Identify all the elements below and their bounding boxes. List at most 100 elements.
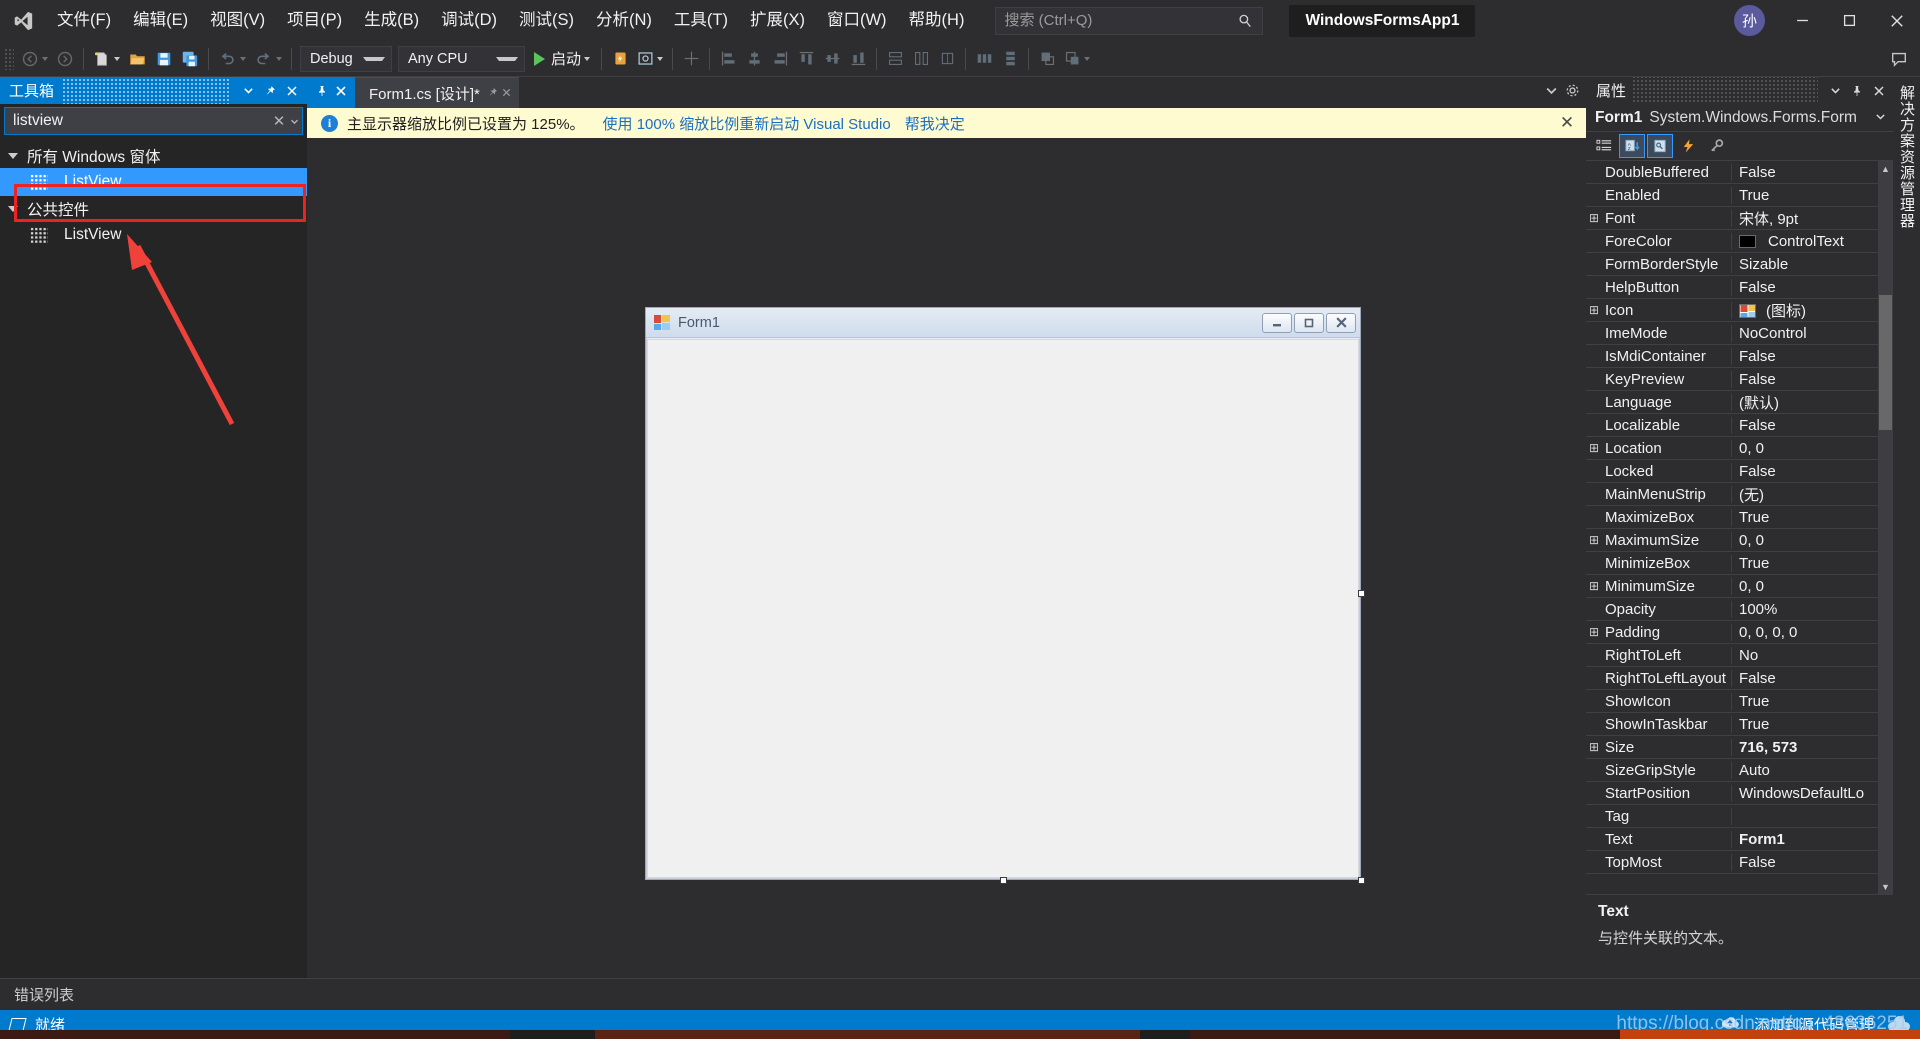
property-value[interactable]: False [1732, 417, 1893, 434]
chevron-down-icon[interactable] [237, 79, 259, 102]
menu-edit[interactable]: 编辑(E) [122, 0, 199, 41]
properties-scrollbar[interactable]: ▲ ▼ [1878, 161, 1893, 894]
property-row[interactable]: ⊞ MinimumSize 0, 0 [1586, 575, 1893, 598]
property-value[interactable]: 0, 0 [1732, 440, 1893, 457]
property-row[interactable]: Localizable False [1586, 414, 1893, 437]
save-all-icon[interactable] [177, 45, 203, 73]
categorized-icon[interactable] [1591, 134, 1617, 158]
property-value[interactable]: True [1732, 716, 1893, 733]
close-icon[interactable] [281, 79, 303, 102]
property-row[interactable]: Opacity 100% [1586, 598, 1893, 621]
scroll-up-icon[interactable]: ▲ [1878, 161, 1893, 176]
property-value[interactable]: No [1732, 647, 1893, 664]
menu-window[interactable]: 窗口(W) [816, 0, 898, 41]
align-right-icon[interactable] [767, 45, 793, 73]
open-folder-icon[interactable] [124, 45, 151, 73]
close-icon[interactable] [335, 85, 347, 100]
property-value[interactable]: 0, 0, 0, 0 [1732, 624, 1893, 641]
clear-icon[interactable]: ✕ [270, 112, 288, 130]
property-row[interactable]: Tag [1586, 805, 1893, 828]
scroll-down-icon[interactable]: ▼ [1878, 879, 1893, 894]
property-row[interactable]: ImeMode NoControl [1586, 322, 1893, 345]
solution-platform-combo[interactable]: Any CPU [398, 45, 525, 72]
property-row[interactable]: TopMost False [1586, 851, 1893, 874]
property-value[interactable]: Form1 [1732, 831, 1893, 848]
align-left-icon[interactable] [715, 45, 741, 73]
avatar[interactable]: 孙 [1734, 5, 1765, 36]
property-value[interactable]: False [1732, 854, 1893, 871]
close-icon[interactable] [1868, 79, 1890, 102]
property-value[interactable]: False [1732, 371, 1893, 388]
gear-icon[interactable] [1565, 83, 1580, 103]
restart-at-100-link[interactable]: 使用 100% 缩放比例重新启动 Visual Studio [603, 113, 891, 134]
property-row[interactable]: KeyPreview False [1586, 368, 1893, 391]
menu-view[interactable]: 视图(V) [199, 0, 276, 41]
resize-handle-corner[interactable] [1358, 877, 1365, 884]
bring-to-front-icon[interactable] [1034, 45, 1060, 73]
property-row[interactable]: ⊞ MaximumSize 0, 0 [1586, 529, 1893, 552]
property-value[interactable]: WindowsDefaultLo [1732, 785, 1893, 802]
form-client-area[interactable] [647, 339, 1359, 878]
save-icon[interactable] [151, 45, 177, 73]
property-value[interactable]: 0, 0 [1732, 578, 1893, 595]
scrollbar-thumb[interactable] [1879, 295, 1892, 430]
toolbox-filter-input[interactable] [13, 112, 270, 130]
menu-help[interactable]: 帮助(H) [898, 0, 976, 41]
vertical-spacing-icon[interactable] [997, 45, 1023, 73]
property-row[interactable]: HelpButton False [1586, 276, 1893, 299]
property-value[interactable]: False [1732, 348, 1893, 365]
property-row[interactable]: ⊞ Size 716, 573 [1586, 736, 1893, 759]
align-bottom-icon[interactable] [845, 45, 871, 73]
property-row[interactable]: ForeColor ControlText [1586, 230, 1893, 253]
maximize-button[interactable] [1826, 0, 1873, 41]
chevron-down-icon[interactable] [1875, 109, 1889, 127]
alphabetical-sort-icon[interactable]: A Z [1619, 134, 1645, 158]
expand-plus-icon[interactable]: ⊞ [1586, 740, 1602, 754]
property-row[interactable]: DoubleBuffered False [1586, 161, 1893, 184]
preview-icon[interactable] [633, 45, 667, 73]
property-row[interactable]: Language (默认) [1586, 391, 1893, 414]
property-value[interactable]: True [1732, 509, 1893, 526]
close-icon[interactable] [501, 86, 512, 101]
close-button[interactable] [1873, 0, 1920, 41]
expand-plus-icon[interactable]: ⊞ [1586, 303, 1602, 317]
quick-launch-search[interactable] [995, 6, 1264, 35]
new-item-icon[interactable] [89, 45, 124, 73]
toolbox-item-listview-common[interactable]: ListView [0, 221, 307, 249]
property-row[interactable]: ⊞ Padding 0, 0, 0, 0 [1586, 621, 1893, 644]
navigate-forward-icon[interactable] [52, 45, 78, 73]
property-value[interactable]: False [1732, 164, 1893, 181]
menu-tools[interactable]: 工具(T) [663, 0, 739, 41]
properties-grid[interactable]: DoubleBuffered False Enabled True ⊞ Font 宋体, 9… [1586, 161, 1893, 894]
property-key-icon[interactable] [1703, 134, 1729, 158]
expand-plus-icon[interactable]: ⊞ [1586, 579, 1602, 593]
property-row[interactable]: MaximizeBox True [1586, 506, 1893, 529]
expand-plus-icon[interactable]: ⊞ [1586, 625, 1602, 639]
toolbar-grip[interactable] [4, 47, 14, 70]
property-value[interactable]: (无) [1732, 484, 1893, 505]
property-row[interactable]: MainMenuStrip (无) [1586, 483, 1893, 506]
properties-page-icon[interactable] [1647, 134, 1673, 158]
properties-object-selector[interactable]: Form1 System.Windows.Forms.Form [1586, 104, 1893, 132]
form-maximize-button[interactable] [1294, 312, 1324, 333]
property-value[interactable]: ControlText [1732, 233, 1893, 250]
expand-plus-icon[interactable]: ⊞ [1586, 211, 1602, 225]
menu-build[interactable]: 生成(B) [353, 0, 430, 41]
property-value[interactable]: 宋体, 9pt [1732, 208, 1893, 229]
tab-solution-explorer[interactable]: 解决方案资源管理器 [1896, 85, 1917, 229]
form-close-button[interactable] [1326, 312, 1356, 333]
property-value[interactable]: (图标) [1732, 300, 1893, 321]
redo-icon[interactable] [250, 45, 286, 73]
minimize-button[interactable] [1779, 0, 1826, 41]
property-row[interactable]: Text Form1 [1586, 828, 1893, 851]
pin-icon[interactable] [316, 85, 328, 100]
toolbox-group-common-controls[interactable]: 公共控件 [0, 196, 307, 221]
feedback-icon[interactable] [1886, 45, 1912, 73]
property-value[interactable]: True [1732, 555, 1893, 572]
notification-close-icon[interactable]: ✕ [1554, 113, 1580, 133]
expand-plus-icon[interactable]: ⊞ [1586, 441, 1602, 455]
property-row[interactable]: ShowIcon True [1586, 690, 1893, 713]
property-row[interactable]: ShowInTaskbar True [1586, 713, 1893, 736]
chevron-down-icon[interactable] [288, 113, 300, 130]
property-row[interactable]: MinimizeBox True [1586, 552, 1893, 575]
